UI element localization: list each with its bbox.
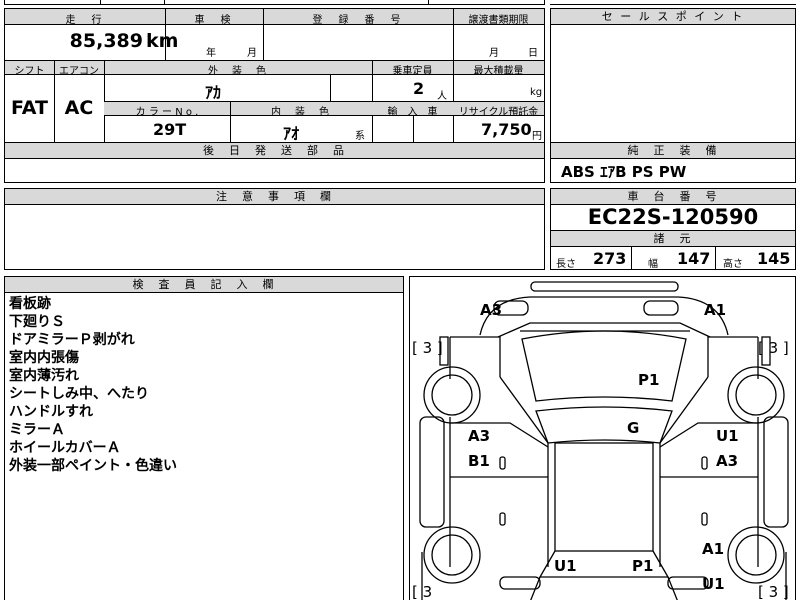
capacity-unit: 人 (437, 91, 447, 102)
interior-color-value: ｱｵ (283, 124, 300, 143)
note-line: ホイールカバーＡ (9, 440, 121, 456)
chassis-box: 車 台 番 号 EC22S-120590 諸 元 長さ 273 幅 147 高さ… (550, 188, 796, 270)
car-diagram-box: A3 A1 [ 3 ] [ 3 ] P1 G A3 B1 U1 A3 A1 U1… (409, 276, 796, 600)
mark-tire-rr: [ 3 ] (758, 583, 789, 600)
capacity-value: 2 (413, 79, 425, 98)
note-line: 室内内張傷 (9, 350, 79, 366)
mark-windshield: G (627, 419, 640, 437)
color-no-value: 29T (153, 120, 187, 139)
caution-header: 注 意 事 項 欄 (5, 189, 544, 205)
mark-front-left: A3 (480, 301, 503, 319)
note-line: シートしみ中、へたり (9, 386, 149, 402)
height-value: 145 (757, 249, 791, 268)
width-label: 幅 (648, 259, 658, 270)
mark-left-door-a3: A3 (468, 427, 491, 445)
genuine-equipment-value: ABS ｴｱB PS PW (561, 163, 687, 181)
interior-color-header: 内 装 色 (271, 107, 331, 118)
recycle-value: 7,750 (481, 120, 532, 139)
chassis-header: 車 台 番 号 (551, 189, 795, 205)
genuine-equipment-box: 純 正 装 備 ABS ｴｱB PS PW (550, 142, 796, 183)
inspector-notes-header: 検 査 員 記 入 欄 (5, 277, 403, 293)
note-line: ミラーＡ (9, 422, 65, 438)
vehicle-info-table: 走 行 車 検 登 録 番 号 譲渡書類期限 85,389 km 年 月 月 日… (4, 8, 545, 143)
length-value: 273 (593, 249, 627, 268)
mark-rear-u1-left: U1 (554, 557, 577, 575)
capacity-header: 乗車定員 (392, 66, 433, 77)
note-line: 室内薄汚れ (9, 368, 79, 384)
transfer-deadline-header: 譲渡書類期限 (468, 15, 529, 26)
caution-box: 注 意 事 項 欄 (4, 188, 545, 270)
width-value: 147 (677, 249, 711, 268)
mark-rear-u1-right: U1 (702, 575, 725, 593)
inspection-year: 年 (206, 48, 216, 59)
aircon-header: エアコン (59, 66, 99, 77)
height-label: 高さ (723, 259, 743, 270)
sales-point-box: セ ー ル ス ポ イ ン ト (550, 8, 796, 143)
top-strip (0, 0, 800, 6)
chassis-value: EC22S-120590 (587, 205, 759, 229)
interior-color-suffix: 系 (355, 131, 365, 142)
note-line: 外装一部ペイント・色違い (9, 458, 177, 474)
exterior-color-header: 外 装 色 (208, 66, 268, 77)
inspection-month: 月 (247, 48, 257, 59)
color-no-header: カ ラ ー N o . (135, 107, 199, 118)
shift-value: FAT (11, 97, 48, 119)
mileage-header: 走 行 (65, 15, 105, 26)
later-parts-box: 後 日 発 送 部 品 (4, 142, 545, 183)
mileage-value: 85,389 (69, 30, 143, 52)
aircon-value: AC (64, 97, 94, 119)
mark-right-rear-a1: A1 (702, 540, 725, 558)
shift-header: シフト (14, 66, 45, 77)
recycle-unit: 円 (532, 131, 542, 142)
note-line: 看板跡 (9, 296, 51, 312)
registration-header: 登 録 番 号 (312, 15, 404, 26)
mark-tire-fl: [ 3 ] (412, 339, 443, 357)
max-load-unit: kg (530, 87, 543, 98)
mark-left-door-b1: B1 (468, 452, 490, 470)
genuine-equipment-header: 純 正 装 備 (551, 143, 795, 159)
mark-hood: P1 (638, 371, 660, 389)
later-parts-header: 後 日 発 送 部 品 (5, 143, 544, 159)
mark-rear-p1: P1 (632, 557, 654, 575)
note-line: ハンドルすれ (9, 404, 93, 420)
specs-header: 諸 元 (551, 230, 795, 247)
sales-point-header: セ ー ル ス ポ イ ン ト (551, 9, 795, 25)
mileage-unit: km (146, 30, 179, 52)
note-line: ドアミラーＰ剥がれ (9, 332, 135, 348)
exterior-color-value: ｱｶ (205, 83, 222, 102)
inspector-notes-box: 検 査 員 記 入 欄 看板跡 下廻りＳ ドアミラーＰ剥がれ 室内内張傷 室内薄… (4, 276, 404, 600)
transfer-month: 月 (489, 48, 499, 59)
length-label: 長さ (556, 259, 576, 270)
inspection-header: 車 検 (194, 15, 234, 26)
note-line: 下廻りＳ (9, 314, 65, 330)
recycle-header: リサイクル預託金 (458, 107, 539, 118)
max-load-header: 最大積載量 (473, 66, 524, 77)
mark-right-door-u1: U1 (716, 427, 739, 445)
transfer-day: 日 (528, 48, 538, 59)
mark-tire-fr: [ 3 ] (758, 339, 789, 357)
mark-tire-rl: [ 3 (412, 583, 433, 600)
mark-right-door-a3: A3 (716, 452, 739, 470)
mark-front-right: A1 (704, 301, 727, 319)
inspector-notes-list: 看板跡 下廻りＳ ドアミラーＰ剥がれ 室内内張傷 室内薄汚れ シートしみ中、へた… (9, 295, 177, 475)
